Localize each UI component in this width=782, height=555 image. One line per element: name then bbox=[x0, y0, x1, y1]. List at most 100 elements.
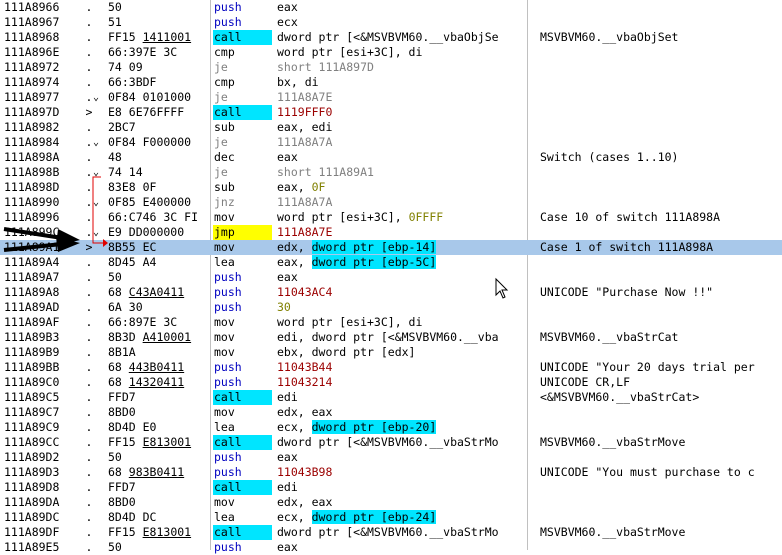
address-cell: 111A8972 bbox=[4, 60, 60, 74]
disasm-row[interactable]: 111A8984. ⌄ 0F84 F000000 je 111A8A7A bbox=[0, 135, 782, 150]
disasm-row[interactable]: 111A89D8. FFD7 call edi bbox=[0, 480, 782, 495]
address-cell: 111A8977 bbox=[4, 90, 60, 104]
mnemonic-cell: push bbox=[214, 465, 242, 479]
hex-bytes-cell: 50 bbox=[108, 540, 122, 554]
address-cell: 111A8967 bbox=[4, 15, 60, 29]
address-cell: 111A89DA bbox=[4, 495, 60, 509]
disasm-row[interactable]: 111A89B9. 8B1A mov ebx, dword ptr [edx] bbox=[0, 345, 782, 360]
disasm-row[interactable]: 111A898A. 48 dec eax Switch (cases 1..10) bbox=[0, 150, 782, 165]
disasm-row[interactable]: 111A896E. 66:397E 3C cmp word ptr [esi+3C],… bbox=[0, 45, 782, 60]
disasm-row[interactable]: 111A89A1 >8B55 EC mov edx, dword ptr [ebp-1… bbox=[0, 240, 782, 255]
operand-text: eax bbox=[277, 0, 298, 14]
flow-marker: . bbox=[85, 15, 93, 29]
address-cell: 111A8974 bbox=[4, 75, 60, 89]
address-cell: 111A89D2 bbox=[4, 450, 60, 464]
disasm-row[interactable]: 111A89C5. FFD7 call edi <&MSVBVM60.__vbaStrC… bbox=[0, 390, 782, 405]
hex-bytes-cell: 68 443B0411 bbox=[108, 360, 185, 374]
disasm-row[interactable]: 111A8967. 51 push ecx bbox=[0, 15, 782, 30]
flow-marker: . bbox=[85, 150, 93, 164]
flow-marker: . bbox=[85, 405, 93, 419]
operand-text: 0FFFF bbox=[408, 210, 444, 224]
disasm-row[interactable]: 111A8974. 66:3BDF cmp bx, di bbox=[0, 75, 782, 90]
flow-marker: . bbox=[85, 45, 93, 59]
disasm-row[interactable]: 111A89DC. 8D4D DC lea ecx, dword ptr [ebp-2… bbox=[0, 510, 782, 525]
mnemonic-cell: lea bbox=[214, 255, 235, 269]
operand-text: 0F bbox=[311, 180, 326, 194]
disasm-row[interactable]: 111A89D2. 50 push eax bbox=[0, 450, 782, 465]
disasm-row[interactable]: 111A89BB. 68 443B0411 push 11043B44 UNICODE … bbox=[0, 360, 782, 375]
mnemonic-cell: push bbox=[214, 15, 242, 29]
disasm-row[interactable]: 111A89E5. 50 push eax bbox=[0, 540, 782, 555]
operand-cell: edx, eax bbox=[277, 405, 526, 420]
flow-marker: . bbox=[85, 345, 93, 359]
disasm-row[interactable]: 111A89B3. 8B3D A410001 mov edi, dword ptr [… bbox=[0, 330, 782, 345]
mnemonic-cell: lea bbox=[214, 510, 235, 524]
disasm-row[interactable]: 111A89D3. 68 983B0411 push 11043B98 UNICODE … bbox=[0, 465, 782, 480]
disasm-row[interactable]: 111A89C7. 8BD0 mov edx, eax bbox=[0, 405, 782, 420]
flow-marker: . bbox=[85, 270, 93, 284]
hex-bytes-cell: FF15 E813001 bbox=[108, 525, 192, 539]
flow-marker: . bbox=[85, 330, 93, 344]
address-cell: 111A89C9 bbox=[4, 420, 60, 434]
disassembly-view[interactable]: 111A8966. 50 push eax 111A8967. 51 push ecx 111A… bbox=[0, 0, 782, 554]
disasm-row[interactable]: 111A8996. 66:C746 3C FI mov word ptr [esi+3… bbox=[0, 210, 782, 225]
disasm-row[interactable]: 111A898B. ⌄ 74 14 je short 111A89A1 bbox=[0, 165, 782, 180]
mnemonic-cell: je bbox=[214, 90, 228, 104]
disasm-row[interactable]: 111A89DA. 8BD0 mov edx, eax bbox=[0, 495, 782, 510]
operand-cell: edi bbox=[277, 390, 526, 405]
disasm-row[interactable]: 111A8966. 50 push eax bbox=[0, 0, 782, 15]
disasm-row[interactable]: 111A898D. 83E8 0F sub eax, 0F bbox=[0, 180, 782, 195]
operand-cell: ebx, dword ptr [edx] bbox=[277, 345, 526, 360]
comment-cell bbox=[540, 300, 782, 315]
hex-bytes-cell: 0F85 E400000 bbox=[108, 195, 192, 209]
operand-text: dword ptr [<&MSVBVM60.__vbaObjSe bbox=[277, 30, 499, 44]
disasm-row[interactable]: 111A8968. FF15 1411001 call dword ptr [<&MS… bbox=[0, 30, 782, 45]
disasm-row[interactable]: 111A897D > E8 6E76FFFF call 1119FFF0 bbox=[0, 105, 782, 120]
address-cell: 111A8968 bbox=[4, 30, 60, 44]
disasm-row[interactable]: 111A89C9. 8D4D E0 lea ecx, dword ptr [ebp-2… bbox=[0, 420, 782, 435]
operand-cell: 111A8A7E bbox=[277, 225, 526, 240]
disasm-row[interactable]: 111A89AD. 6A 30 push 30 bbox=[0, 300, 782, 315]
mnemonic-cell: je bbox=[214, 165, 228, 179]
operand-text: edi bbox=[277, 390, 298, 404]
chevron-down-icon: ⌄ bbox=[93, 197, 100, 208]
flow-marker: . bbox=[85, 0, 93, 14]
disasm-row[interactable]: 111A8990. ⌄ 0F85 E400000 jnz 111A8A7A bbox=[0, 195, 782, 210]
hex-bytes-cell: FF15 1411001 bbox=[108, 30, 192, 44]
mnemonic-cell: push bbox=[214, 375, 242, 389]
disasm-row[interactable]: 111A89AF. 66:897E 3C mov word ptr [esi+3C],… bbox=[0, 315, 782, 330]
operand-text: eax, bbox=[277, 180, 312, 194]
operand-cell: edi bbox=[277, 480, 526, 495]
mnemonic-cell: call bbox=[213, 525, 272, 540]
comment-cell bbox=[540, 480, 782, 495]
address-cell: 111A89DC bbox=[4, 510, 60, 524]
operand-cell: 11043AC4 bbox=[277, 285, 526, 300]
disasm-row[interactable]: 111A89DF. FF15 E813001 call dword ptr [<&MS… bbox=[0, 525, 782, 540]
mnemonic-cell: lea bbox=[214, 420, 235, 434]
address-cell: 111A898A bbox=[4, 150, 60, 164]
hex-bytes-cell: 66:397E 3C bbox=[108, 45, 178, 59]
disasm-row[interactable]: 111A89A7. 50 push eax bbox=[0, 270, 782, 285]
comment-cell bbox=[540, 315, 782, 330]
disasm-row[interactable]: 111A89A8. 68 C43A0411 push 11043AC4 UNICODE … bbox=[0, 285, 782, 300]
hex-bytes-cell: E9 DD000000 bbox=[108, 225, 185, 239]
disasm-row[interactable]: 111A89A4. 8D45 A4 lea eax, dword ptr [ebp-5… bbox=[0, 255, 782, 270]
comment-cell: UNICODE "Purchase Now !!" bbox=[540, 285, 714, 299]
hex-bytes-cell: 2BC7 bbox=[108, 120, 136, 134]
operand-cell: bx, di bbox=[277, 75, 526, 90]
operand-cell: eax, 0F bbox=[277, 180, 526, 195]
mnemonic-cell: mov bbox=[214, 240, 235, 254]
address-cell: 111A8984 bbox=[4, 135, 60, 149]
disasm-row[interactable]: 111A89C0. 68 14320411 push 11043214 UNICODE … bbox=[0, 375, 782, 390]
disasm-row[interactable]: 111A8972. 74 09 je short 111A897D bbox=[0, 60, 782, 75]
disasm-row[interactable]: 111A899C. ⌄ E9 DD000000 jmp 111A8A7E bbox=[0, 225, 782, 240]
mnemonic-cell: cmp bbox=[214, 75, 235, 89]
disasm-row[interactable]: 111A89CC. FF15 E813001 call dword ptr [<&MS… bbox=[0, 435, 782, 450]
disasm-row[interactable]: 111A8977. ⌄ 0F84 0101000 je 111A8A7E bbox=[0, 90, 782, 105]
disasm-row[interactable]: 111A8982. 2BC7 sub eax, edi bbox=[0, 120, 782, 135]
memory-operand: dword ptr [ebp-20] bbox=[311, 420, 437, 434]
comment-cell bbox=[540, 255, 782, 270]
address-cell: 111A898D bbox=[4, 180, 60, 194]
operand-text: ecx, bbox=[277, 510, 312, 524]
operand-text: 1119FFF0 bbox=[277, 105, 333, 119]
